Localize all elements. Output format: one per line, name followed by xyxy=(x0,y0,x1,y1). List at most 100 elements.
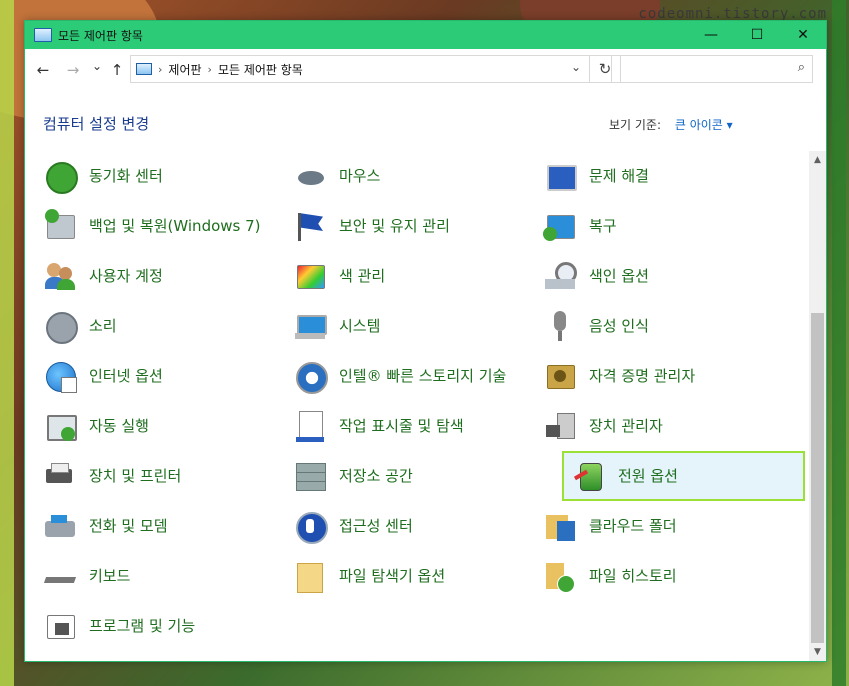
item-label: 소리 xyxy=(89,317,117,335)
list-item[interactable]: 색 관리 xyxy=(285,251,528,301)
backup-icon xyxy=(43,209,77,243)
file-history-icon xyxy=(543,559,577,593)
window-title: 모든 제어판 항목 xyxy=(58,28,143,43)
back-arrow-icon[interactable]: ← xyxy=(33,61,53,79)
item-label: 시스템 xyxy=(339,317,381,335)
minimize-button[interactable]: — xyxy=(688,21,734,49)
view-by-dropdown[interactable]: 큰 아이콘 ▾ xyxy=(675,118,733,132)
breadcrumb-control-panel[interactable]: 제어판 xyxy=(168,61,201,78)
list-item[interactable]: 전화 및 모뎀 xyxy=(35,501,278,551)
list-item[interactable]: 시스템 xyxy=(285,301,528,351)
ease-of-access-icon xyxy=(293,509,328,544)
chevron-down-icon[interactable]: ⌄ xyxy=(571,60,581,74)
list-item[interactable]: 접근성 센터 xyxy=(285,501,528,551)
list-item[interactable]: 사용자 계정 xyxy=(35,251,278,301)
device-manager-icon xyxy=(543,409,577,443)
phone-modem-icon xyxy=(43,509,77,543)
item-label: 색인 옵션 xyxy=(589,267,649,285)
item-label: 색 관리 xyxy=(339,267,386,285)
item-label: 전원 옵션 xyxy=(618,467,678,485)
list-item[interactable]: 복구 xyxy=(535,201,778,251)
list-item[interactable]: 자격 증명 관리자 xyxy=(535,351,778,401)
address-bar[interactable]: › 제어판 › 모든 제어판 항목 ⌄ xyxy=(130,55,590,83)
power-options-icon xyxy=(572,459,606,493)
list-item[interactable]: 자동 실행 xyxy=(35,401,278,451)
search-input[interactable]: ⌕ xyxy=(611,55,813,83)
item-label: 문제 해결 xyxy=(589,167,649,185)
forward-arrow-icon[interactable]: → xyxy=(63,61,83,79)
list-item[interactable]: 파일 히스토리 xyxy=(535,551,778,601)
troubleshooting-icon xyxy=(543,159,577,193)
item-label: 자격 증명 관리자 xyxy=(589,367,696,385)
item-label: 자동 실행 xyxy=(89,417,149,435)
breadcrumb-all-items[interactable]: 모든 제어판 항목 xyxy=(218,61,303,78)
items-grid: 동기화 센터 마우스 문제 해결 백업 및 복원(Windows 7) 보안 및… xyxy=(33,151,808,661)
recent-locations-icon[interactable]: ⌄ xyxy=(87,59,107,73)
item-label: 작업 표시줄 및 탐색 xyxy=(339,417,464,435)
programs-features-icon xyxy=(43,609,77,643)
list-item[interactable]: 동기화 센터 xyxy=(35,151,278,201)
item-label: 복구 xyxy=(589,217,617,235)
item-label: 접근성 센터 xyxy=(339,517,413,535)
cloud-folder-icon xyxy=(543,509,577,543)
item-label: 인텔® 빠른 스토리지 기술 xyxy=(339,367,507,385)
breadcrumb-separator: › xyxy=(158,62,163,76)
scroll-up-icon[interactable]: ▲ xyxy=(809,155,826,165)
mouse-icon xyxy=(293,159,327,193)
list-item[interactable]: 파일 탐색기 옵션 xyxy=(285,551,528,601)
list-item[interactable]: 장치 및 프린터 xyxy=(35,451,278,501)
list-item[interactable]: 보안 및 유지 관리 xyxy=(285,201,528,251)
list-item[interactable]: 문제 해결 xyxy=(535,151,778,201)
list-item[interactable]: 프로그램 및 기능 xyxy=(35,601,278,651)
list-item[interactable]: 인텔® 빠른 스토리지 기술 xyxy=(285,351,528,401)
taskbar-navigation-icon xyxy=(293,409,327,443)
file-explorer-options-icon xyxy=(293,559,327,593)
navigation-bar: ← → ⌄ ↑ › 제어판 › 모든 제어판 항목 ⌄ ↻ ⌕ xyxy=(25,49,826,91)
microphone-icon xyxy=(543,309,577,343)
control-panel-icon xyxy=(34,28,52,42)
scrollbar-thumb[interactable] xyxy=(811,313,824,643)
list-item[interactable]: 저장소 공간 xyxy=(285,451,528,501)
content-header: 컴퓨터 설정 변경 보기 기준: 큰 아이콘 ▾ xyxy=(25,91,826,151)
keyboard-icon xyxy=(43,559,77,593)
list-item[interactable]: 마우스 xyxy=(285,151,528,201)
user-accounts-icon xyxy=(43,259,77,293)
list-item[interactable]: 키보드 xyxy=(35,551,278,601)
intel-rapid-storage-icon xyxy=(293,359,328,394)
item-label: 프로그램 및 기능 xyxy=(89,617,196,635)
sync-center-icon xyxy=(43,159,78,194)
item-label: 파일 히스토리 xyxy=(589,567,677,585)
item-label: 음성 인식 xyxy=(589,317,649,335)
item-label: 키보드 xyxy=(89,567,131,585)
item-label: 장치 및 프린터 xyxy=(89,467,182,485)
list-item[interactable]: 인터넷 옵션 xyxy=(35,351,278,401)
page-title: 컴퓨터 설정 변경 xyxy=(43,115,150,133)
storage-spaces-icon xyxy=(293,459,327,493)
list-item[interactable]: 백업 및 복원(Windows 7) xyxy=(35,201,278,251)
item-label: 저장소 공간 xyxy=(339,467,413,485)
item-label: 보안 및 유지 관리 xyxy=(339,217,450,235)
search-icon[interactable]: ⌕ xyxy=(798,60,805,75)
list-item[interactable]: 클라우드 폴더 xyxy=(535,501,778,551)
vertical-scrollbar[interactable]: ▲ ▼ xyxy=(809,151,826,661)
list-item[interactable]: 색인 옵션 xyxy=(535,251,778,301)
list-item[interactable]: 소리 xyxy=(35,301,278,351)
breadcrumb-separator: › xyxy=(207,62,212,76)
title-bar[interactable]: 모든 제어판 항목 — ☐ ✕ xyxy=(25,21,826,49)
scroll-down-icon[interactable]: ▼ xyxy=(809,647,826,657)
item-label: 마우스 xyxy=(339,167,381,185)
item-label: 장치 관리자 xyxy=(589,417,663,435)
devices-printers-icon xyxy=(43,459,77,493)
control-panel-icon xyxy=(136,63,152,75)
up-arrow-icon[interactable]: ↑ xyxy=(107,61,127,79)
indexing-options-icon xyxy=(543,259,577,293)
internet-options-icon xyxy=(43,359,77,393)
maximize-button[interactable]: ☐ xyxy=(734,21,780,49)
credential-manager-icon xyxy=(543,359,577,393)
autoplay-icon xyxy=(43,409,77,443)
close-button[interactable]: ✕ xyxy=(780,21,826,49)
list-item[interactable]: 작업 표시줄 및 탐색 xyxy=(285,401,528,451)
list-item[interactable]: 음성 인식 xyxy=(535,301,778,351)
list-item[interactable]: 장치 관리자 xyxy=(535,401,778,451)
list-item-selected[interactable]: 전원 옵션 xyxy=(562,451,805,501)
